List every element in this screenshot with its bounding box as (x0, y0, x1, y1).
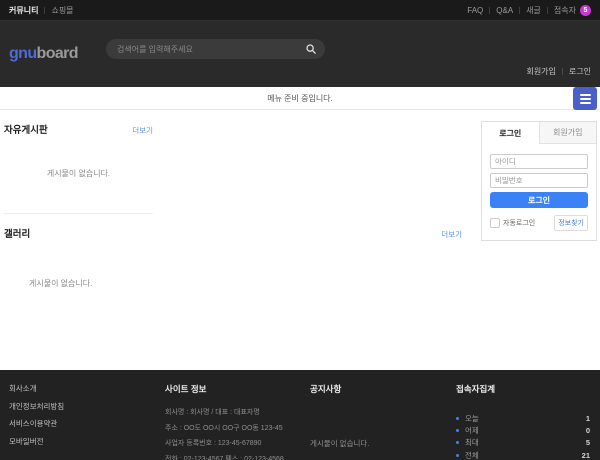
bullet-icon (456, 429, 459, 432)
auto-login-option[interactable]: 자동로그인 (490, 218, 535, 228)
notice-title: 공지사항 (310, 383, 440, 395)
footer-link-terms[interactable]: 서비스이용약관 (9, 418, 64, 429)
free-board-section: 자유게시판 더보기 게시물이 없습니다. (4, 122, 153, 214)
header: gnuboard 회원가입 로그인 (0, 21, 600, 87)
visitor-stat-label: 전체 (465, 450, 479, 460)
divider (519, 7, 520, 14)
auto-login-checkbox[interactable] (490, 218, 500, 228)
find-info-button[interactable]: 정보찾기 (554, 215, 588, 231)
main-menu-bar: 메뉴 준비 중입니다. (0, 87, 600, 110)
login-widget: 로그인 회원가입 로그인 자동로그인 정보찾기 (481, 121, 597, 241)
visitor-stat-row: 최대 5 (456, 437, 590, 449)
topbar-item-new-posts[interactable]: 새글 (526, 5, 541, 16)
hamburger-icon (580, 98, 591, 100)
search-button[interactable] (306, 44, 316, 54)
tab-login[interactable]: 로그인 (482, 122, 539, 144)
hamburger-icon (580, 94, 591, 96)
menu-placeholder-text: 메뉴 준비 중입니다. (267, 93, 333, 104)
notice-empty-message: 게시물이 없습니다. (310, 438, 440, 449)
tab-signup[interactable]: 회원가입 (539, 122, 597, 144)
topbar-right: FAQ Q&A 새글 접속자 5 (467, 5, 591, 16)
visitor-stat-value: 0 (586, 426, 590, 435)
login-form: 로그인 자동로그인 정보찾기 (482, 144, 596, 240)
login-id-field[interactable] (490, 154, 588, 169)
bullet-icon (456, 441, 459, 444)
logo-text-gnu: gnu (9, 45, 37, 62)
main-content: 자유게시판 더보기 게시물이 없습니다. 갤러리 더보기 게시물이 없습니다. … (0, 110, 600, 370)
visitor-stat-value: 5 (586, 438, 590, 447)
footer-links: 회사소개 개인정보처리방침 서비스이용약관 모바일버전 (9, 383, 64, 447)
visitor-stats-title: 접속자집계 (456, 383, 590, 395)
gallery-section: 갤러리 더보기 게시물이 없습니다. (4, 226, 462, 289)
visitor-stat-row: 어제 0 (456, 424, 590, 436)
gallery-more-link[interactable]: 더보기 (441, 229, 462, 240)
board-more-link[interactable]: 더보기 (132, 125, 153, 136)
divider (562, 68, 563, 75)
footer-link-company[interactable]: 회사소개 (9, 383, 64, 394)
login-link[interactable]: 로그인 (569, 66, 591, 77)
visitor-stat-value: 21 (582, 451, 590, 460)
gallery-section-title: 갤러리 (4, 226, 30, 240)
footer: 회사소개 개인정보처리방침 서비스이용약관 모바일버전 사이트 정보 회사명 :… (0, 370, 600, 460)
footer-link-privacy[interactable]: 개인정보처리방침 (9, 401, 64, 412)
site-info-line: 회사명 : 회사명 / 대표 : 대표자명 (165, 405, 315, 421)
gallery-empty-message: 게시물이 없습니다. (29, 278, 462, 289)
site-info-line: 주소 : OO도 OO시 OO구 OO동 123-45 (165, 421, 315, 437)
visitor-stat-label: 오늘 (465, 413, 479, 424)
topbar-item-visitors[interactable]: 접속자 (554, 5, 576, 16)
topbar-item-shopping[interactable]: 쇼핑몰 (51, 5, 73, 16)
search-icon (306, 44, 316, 54)
signup-link[interactable]: 회원가입 (526, 66, 555, 77)
login-password-field[interactable] (490, 173, 588, 188)
footer-site-info: 사이트 정보 회사명 : 회사명 / 대표 : 대표자명 주소 : OO도 OO… (165, 383, 315, 460)
login-widget-tabs: 로그인 회원가입 (482, 122, 596, 144)
top-utility-bar: 커뮤니티 쇼핑몰 FAQ Q&A 새글 접속자 5 (0, 0, 600, 21)
site-info-line: 전화 : 02-123-4567 팩스 : 02-123-4568 (165, 452, 315, 460)
visitor-stat-row: 전체 21 (456, 449, 590, 460)
footer-visitor-stats: 접속자집계 오늘 1 어제 0 최대 5 전체 21 (456, 383, 590, 460)
visitor-stat-label: 어제 (465, 425, 479, 436)
divider (489, 7, 490, 14)
visitor-count-badge: 5 (580, 5, 591, 16)
divider (44, 7, 45, 14)
login-submit-button[interactable]: 로그인 (490, 192, 588, 208)
visitor-stat-row: 오늘 1 (456, 412, 590, 424)
logo-text-board: board (37, 45, 78, 62)
topbar-item-qna[interactable]: Q&A (496, 6, 513, 15)
site-info-line: 사업자 등록번호 : 123-45-67890 (165, 436, 315, 452)
divider (547, 7, 548, 14)
visitor-stat-value: 1 (586, 414, 590, 423)
bullet-icon (456, 417, 459, 420)
bullet-icon (456, 454, 459, 457)
header-member-links: 회원가입 로그인 (526, 66, 591, 77)
footer-notice: 공지사항 게시물이 없습니다. (310, 383, 440, 449)
topbar-item-community[interactable]: 커뮤니티 (9, 5, 38, 16)
visitor-stat-label: 최대 (465, 437, 479, 448)
topbar-left: 커뮤니티 쇼핑몰 (9, 5, 74, 16)
search-bar (106, 39, 325, 59)
footer-link-mobile[interactable]: 모바일버전 (9, 436, 64, 447)
hamburger-menu-button[interactable] (573, 87, 597, 110)
search-input[interactable] (115, 44, 306, 55)
hamburger-icon (580, 102, 591, 104)
board-empty-message: 게시물이 없습니다. (4, 168, 153, 179)
topbar-item-faq[interactable]: FAQ (467, 6, 483, 15)
auto-login-label: 자동로그인 (503, 218, 535, 228)
board-section-title: 자유게시판 (4, 122, 48, 136)
site-logo[interactable]: gnuboard (9, 46, 78, 62)
site-info-title: 사이트 정보 (165, 383, 315, 395)
